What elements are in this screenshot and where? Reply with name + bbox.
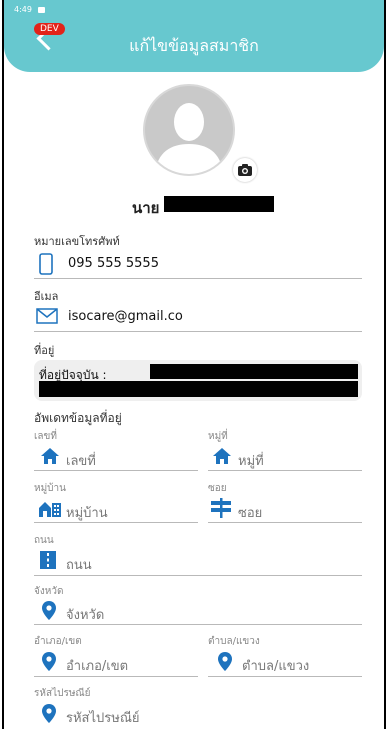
location-pin-icon xyxy=(218,652,232,671)
subdistrict-underline xyxy=(208,676,362,677)
member-name-prefix: นาย xyxy=(132,199,160,217)
location-pin-icon xyxy=(42,652,56,671)
village-underline xyxy=(34,522,198,523)
house-no-underline xyxy=(34,470,198,471)
road-icon xyxy=(40,551,56,569)
phone-underline xyxy=(34,278,362,279)
email-label: อีเมล xyxy=(34,290,59,303)
location-pin-icon xyxy=(42,601,56,620)
page-title: แก้ไขข้อมูลสมาชิก xyxy=(129,36,259,55)
district-label: อำเภอ/เขต xyxy=(34,636,82,647)
house-no-label: เลขที่ xyxy=(34,431,57,442)
moo-underline xyxy=(208,470,362,471)
redacted-address-line-1 xyxy=(150,364,358,379)
phone-label: หมายเลขโทรศัพท์ xyxy=(34,235,120,248)
notification-icon xyxy=(37,6,45,13)
avatar[interactable] xyxy=(143,84,235,176)
home-icon xyxy=(213,448,231,464)
phone-field[interactable]: 095 555 5555 xyxy=(68,256,159,271)
moo-input[interactable]: หมู่ที่ xyxy=(238,450,264,471)
road-label: ถนน xyxy=(34,535,54,546)
change-photo-button[interactable] xyxy=(233,158,257,182)
province-select[interactable]: จังหวัด xyxy=(66,604,104,625)
road-underline xyxy=(34,575,362,576)
signpost-icon xyxy=(211,498,231,518)
status-bar: 4:49 xyxy=(4,0,384,20)
address-label: ที่อยู่ xyxy=(34,344,55,357)
district-underline xyxy=(34,676,198,677)
soi-label: ซอย xyxy=(208,483,227,494)
home-icon xyxy=(41,448,59,464)
app-screen: 4:49 DEV แก้ไขข้อมูลสมาชิก นาย หมายเลขโท… xyxy=(2,0,386,729)
village-label: หมู่บ้าน xyxy=(34,483,66,494)
postcode-input[interactable]: รหัสไปรษณีย์ xyxy=(66,707,140,728)
redacted-name xyxy=(164,196,274,212)
province-underline xyxy=(34,624,362,625)
phone-icon xyxy=(39,253,53,275)
postcode-label: รหัสไปรษณีย์ xyxy=(34,688,91,699)
person-silhouette-icon xyxy=(155,103,223,174)
soi-underline xyxy=(208,522,362,523)
status-time: 4:49 xyxy=(14,5,32,14)
app-header: DEV แก้ไขข้อมูลสมาชิก xyxy=(4,20,384,72)
moo-label: หมู่ที่ xyxy=(208,431,228,442)
soi-input[interactable]: ซอย xyxy=(238,502,262,523)
province-label: จังหวัด xyxy=(34,586,64,597)
district-select[interactable]: อำเภอ/เขต xyxy=(66,655,128,676)
mail-icon xyxy=(36,308,58,324)
update-address-title: อัพเดทข้อมูลที่อยู่ xyxy=(34,411,122,425)
location-pin-icon xyxy=(42,704,56,723)
redacted-address-line-2 xyxy=(39,381,358,397)
house-no-input[interactable]: เลขที่ xyxy=(66,450,96,471)
village-input[interactable]: หมู่บ้าน xyxy=(66,502,108,523)
camera-icon xyxy=(238,164,252,176)
village-icon xyxy=(39,502,61,517)
email-field[interactable]: isocare@gmail.co xyxy=(68,309,183,324)
road-input[interactable]: ถนน xyxy=(66,554,92,575)
email-underline xyxy=(34,331,362,332)
subdistrict-select[interactable]: ตำบล/แขวง xyxy=(242,655,309,676)
subdistrict-label: ตำบล/แขวง xyxy=(208,636,260,647)
